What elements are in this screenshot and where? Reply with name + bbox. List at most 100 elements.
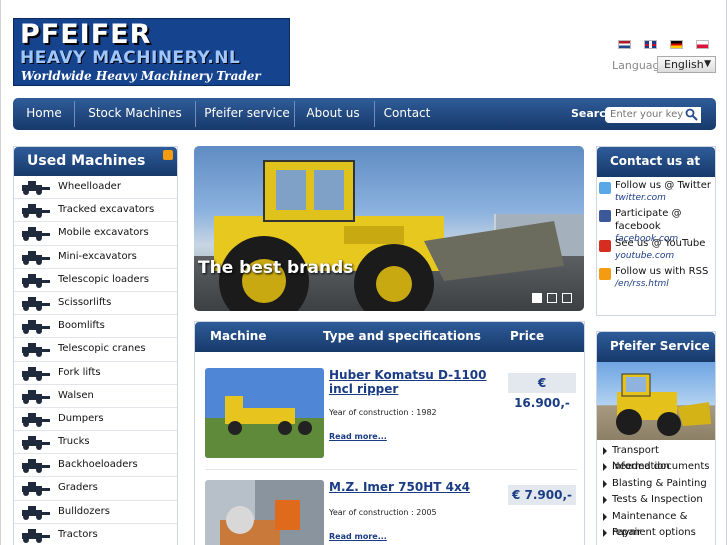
service-item[interactable]: Payment options <box>597 525 715 541</box>
banner-caption: The best brands <box>198 258 354 278</box>
service-photo[interactable] <box>597 362 715 440</box>
sidebar-item[interactable]: Backhoeloaders <box>14 454 177 478</box>
listing-item: Huber Komatsu D-1100 incl ripper Year of… <box>205 368 577 458</box>
dumper-image <box>205 480 324 545</box>
contact-link[interactable]: youtube.com <box>615 251 674 261</box>
slider-dots <box>532 293 572 303</box>
nav-pfeifer-service[interactable]: Pfeifer service <box>199 98 295 130</box>
sidebar-item[interactable]: Telescopic cranes <box>14 338 177 362</box>
sidebar-item[interactable]: Trucks <box>14 431 177 455</box>
read-more-link[interactable]: Read more... <box>329 432 387 441</box>
bulldozer-icon <box>18 504 52 521</box>
sidebar-item[interactable]: Tractors <box>14 524 177 545</box>
read-more-link[interactable]: Read more... <box>329 532 387 541</box>
language-flags <box>618 40 709 49</box>
sidebar-item[interactable]: Graders <box>14 477 177 501</box>
machine-price: € 7.900,- <box>508 485 576 505</box>
contact-item[interactable]: See us @ YouTube youtube.com <box>597 237 715 265</box>
polish-flag-icon[interactable] <box>696 40 709 49</box>
service-item[interactable]: Needed documents <box>597 459 715 475</box>
service-item[interactable]: Maintenance & repair <box>597 509 715 538</box>
bullet-arrow-icon <box>603 463 607 472</box>
tractor-icon <box>18 527 52 544</box>
mobile-excavator-icon <box>18 225 52 242</box>
german-flag-icon[interactable] <box>670 40 683 49</box>
service-box: Pfeifer Service Transport information Nee… <box>596 331 716 545</box>
nav-about-us[interactable]: About us <box>297 98 369 130</box>
slide-dot[interactable] <box>562 293 572 303</box>
sidebar-item[interactable]: Dumpers <box>14 408 177 432</box>
contact-link[interactable]: /en/rss.html <box>615 279 669 289</box>
sidebar-list: Wheelloader Tracked excavators Mobile exca… <box>14 176 177 545</box>
wheelloader-icon <box>18 179 52 196</box>
sidebar-item-label: Tractors <box>58 528 98 540</box>
bullet-arrow-icon <box>603 528 607 537</box>
hero-banner[interactable]: The best brands <box>194 146 584 311</box>
rss-icon[interactable] <box>163 150 173 160</box>
site-logo[interactable]: PFEIFER HEAVY MACHINERY.NL Worldwide Hea… <box>13 18 290 86</box>
loader-image <box>616 373 711 436</box>
used-machines-sidebar: Used Machines Wheelloader Tracked excavat… <box>13 146 178 545</box>
slide-dot[interactable] <box>547 293 557 303</box>
sidebar-item[interactable]: Wheelloader <box>14 176 177 200</box>
truck-icon <box>18 434 52 451</box>
machine-photo[interactable] <box>205 480 324 545</box>
sidebar-item[interactable]: Walsen <box>14 385 177 408</box>
page: PFEIFER HEAVY MACHINERY.NL Worldwide Hea… <box>0 0 727 545</box>
machine-title-link[interactable]: Huber Komatsu D-1100 incl ripper <box>329 368 494 396</box>
bullet-arrow-icon <box>603 512 607 521</box>
nav-separator <box>74 101 75 127</box>
slide-dot[interactable] <box>532 293 542 303</box>
boomlift-icon <box>18 318 52 335</box>
contact-text: Follow us with RSS <box>615 266 709 277</box>
listing-header: Machine Type and specifications Price <box>195 322 584 352</box>
contact-list: Follow us @ Twitter twitter.com Participat… <box>597 177 715 293</box>
wheelloader-image <box>214 160 564 311</box>
service-item[interactable]: Blasting & Painting <box>597 476 715 492</box>
sidebar-item-label: Mobile excavators <box>58 227 149 239</box>
service-item[interactable]: Tests & Inspection <box>597 492 715 508</box>
sidebar-title: Used Machines <box>27 153 146 169</box>
machine-photo[interactable] <box>205 368 324 458</box>
contact-item[interactable]: Follow us @ Twitter twitter.com <box>597 179 715 207</box>
sidebar-item-label: Fork lifts <box>58 366 101 378</box>
sidebar-item[interactable]: Mobile excavators <box>14 222 177 246</box>
contact-item[interactable]: Follow us with RSS/en/rss.html <box>597 265 715 293</box>
service-item[interactable]: Transport information <box>597 443 715 472</box>
telescopic-crane-icon <box>18 341 52 358</box>
sidebar-item[interactable]: Telescopic loaders <box>14 269 177 292</box>
machine-year: Year of construction : 2005 <box>329 508 437 517</box>
sidebar-item-label: Boomlifts <box>58 320 105 332</box>
machine-title-link[interactable]: M.Z. Imer 750HT 4x4 <box>329 480 494 494</box>
service-item-label: Tests & Inspection <box>612 494 703 506</box>
contact-box: Contact us at Follow us @ Twitter twitter… <box>596 146 716 316</box>
bullet-arrow-icon <box>603 496 607 505</box>
nav-stock-machines[interactable]: Stock Machines <box>79 98 191 130</box>
facebook-icon <box>599 210 611 222</box>
nav-separator <box>195 101 196 127</box>
sidebar-item[interactable]: Mini-excavators <box>14 246 177 269</box>
sidebar-item[interactable]: Boomlifts <box>14 315 177 339</box>
logo-tagline: Worldwide Heavy Machinery Trader <box>21 69 261 83</box>
sidebar-item[interactable]: Bulldozers <box>14 501 177 524</box>
sidebar-item-label: Scissorlifts <box>58 296 112 308</box>
english-flag-icon[interactable] <box>644 40 657 49</box>
contact-text: Participate @ facebook <box>615 208 682 232</box>
dutch-flag-icon[interactable] <box>618 40 631 49</box>
logo-line-1: PFEIFER <box>20 19 152 50</box>
nav-contact[interactable]: Contact <box>375 98 439 130</box>
language-select[interactable]: English ▼ <box>657 56 716 73</box>
youtube-icon <box>599 240 611 252</box>
item-divider <box>205 469 577 470</box>
nav-home[interactable]: Home <box>19 98 69 130</box>
nav-separator <box>294 101 295 127</box>
dumper-icon <box>18 411 52 428</box>
header-machine: Machine <box>210 329 267 343</box>
sidebar-item[interactable]: Scissorlifts <box>14 292 177 316</box>
search-button[interactable] <box>683 107 701 123</box>
header-type-specs: Type and specifications <box>323 329 481 343</box>
sidebar-item[interactable]: Tracked excavators <box>14 199 177 223</box>
sidebar-item[interactable]: Fork lifts <box>14 362 177 385</box>
contact-link[interactable]: twitter.com <box>615 193 666 203</box>
contact-item[interactable]: Participate @ facebook facebook.com <box>597 207 715 244</box>
